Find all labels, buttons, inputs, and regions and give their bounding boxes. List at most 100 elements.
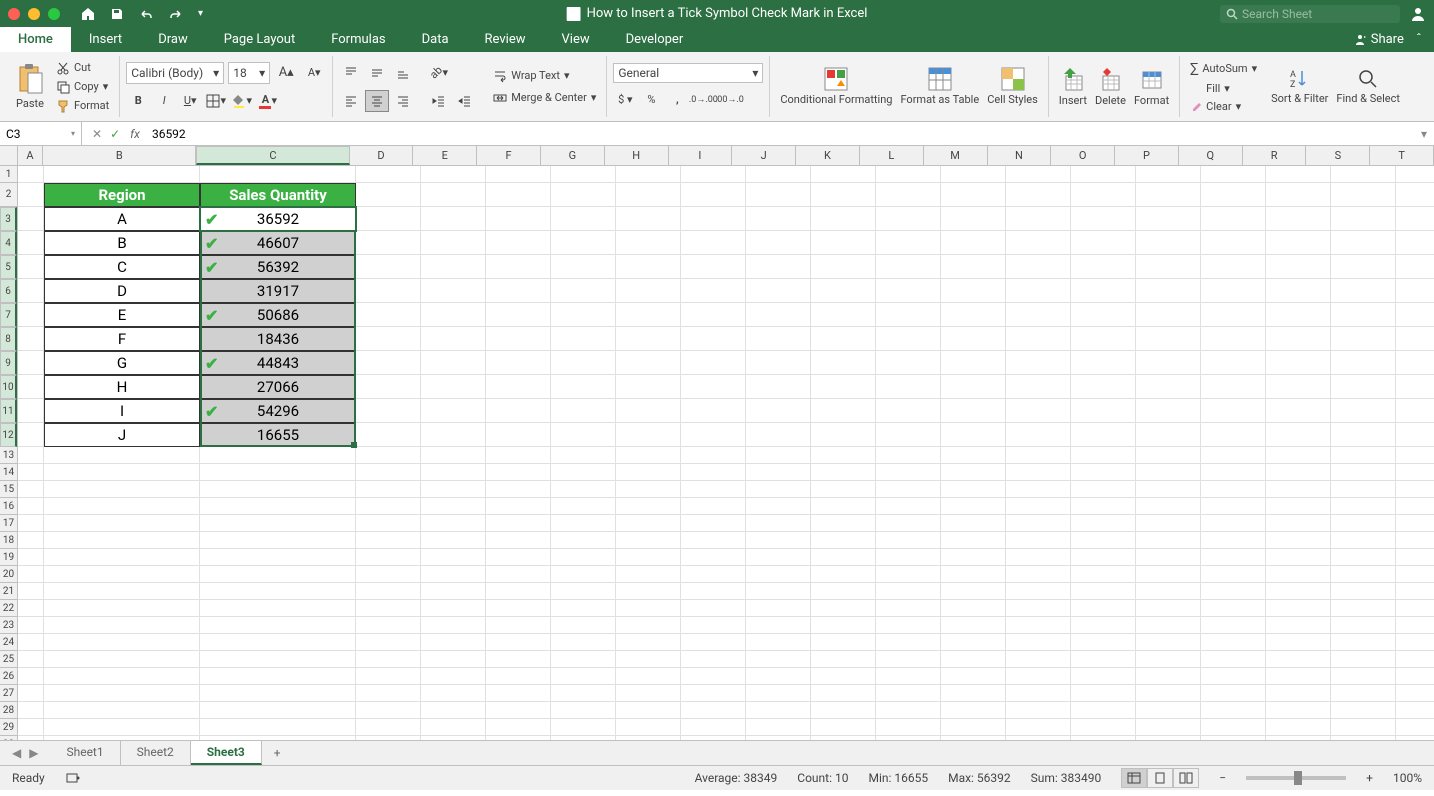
cell-P24[interactable] xyxy=(1136,634,1201,651)
cell-F9[interactable] xyxy=(486,351,551,375)
cell-G5[interactable] xyxy=(551,255,616,279)
cell-I27[interactable] xyxy=(681,685,746,702)
cell-M29[interactable] xyxy=(941,719,1006,736)
cell-D20[interactable] xyxy=(356,566,421,583)
cell-I17[interactable] xyxy=(681,515,746,532)
cell-Q21[interactable] xyxy=(1201,583,1266,600)
cell-J8[interactable] xyxy=(746,327,811,351)
cell-A2[interactable] xyxy=(18,183,44,207)
cell-P17[interactable] xyxy=(1136,515,1201,532)
cell-D5[interactable] xyxy=(356,255,421,279)
row-header-13[interactable]: 13 xyxy=(0,447,17,464)
cell-D22[interactable] xyxy=(356,600,421,617)
cell-L16[interactable] xyxy=(876,498,941,515)
cell-S19[interactable] xyxy=(1331,549,1396,566)
cell-styles-button[interactable]: Cell Styles xyxy=(983,56,1042,117)
format-painter-button[interactable]: Format xyxy=(52,98,113,114)
cell-D17[interactable] xyxy=(356,515,421,532)
cell-O7[interactable] xyxy=(1071,303,1136,327)
cell-J21[interactable] xyxy=(746,583,811,600)
cell-O18[interactable] xyxy=(1071,532,1136,549)
row-header-25[interactable]: 25 xyxy=(0,651,17,668)
cell-H4[interactable] xyxy=(616,231,681,255)
cell-B18[interactable] xyxy=(44,532,200,549)
cell-B14[interactable] xyxy=(44,464,200,481)
cell-F5[interactable] xyxy=(486,255,551,279)
orientation-button[interactable]: ab▾ xyxy=(427,62,451,84)
cell-J5[interactable] xyxy=(746,255,811,279)
cell-B6[interactable]: D xyxy=(44,279,200,303)
cell-B28[interactable] xyxy=(44,702,200,719)
row-header-12[interactable]: 12 xyxy=(0,423,17,447)
cell-N10[interactable] xyxy=(1006,375,1071,399)
cell-S23[interactable] xyxy=(1331,617,1396,634)
cell-O1[interactable] xyxy=(1071,166,1136,183)
cell-A27[interactable] xyxy=(18,685,44,702)
cell-B19[interactable] xyxy=(44,549,200,566)
cell-R4[interactable] xyxy=(1266,231,1331,255)
cell-K11[interactable] xyxy=(811,399,876,423)
cell-Q23[interactable] xyxy=(1201,617,1266,634)
cell-F12[interactable] xyxy=(486,423,551,447)
cell-M8[interactable] xyxy=(941,327,1006,351)
cell-J11[interactable] xyxy=(746,399,811,423)
cell-F18[interactable] xyxy=(486,532,551,549)
cell-K7[interactable] xyxy=(811,303,876,327)
cell-K13[interactable] xyxy=(811,447,876,464)
cell-D10[interactable] xyxy=(356,375,421,399)
cell-B5[interactable]: C xyxy=(44,255,200,279)
cell-P3[interactable] xyxy=(1136,207,1201,231)
cell-L3[interactable] xyxy=(876,207,941,231)
cell-S13[interactable] xyxy=(1331,447,1396,464)
cell-P9[interactable] xyxy=(1136,351,1201,375)
cell-S21[interactable] xyxy=(1331,583,1396,600)
cell-H13[interactable] xyxy=(616,447,681,464)
cell-H8[interactable] xyxy=(616,327,681,351)
cell-K21[interactable] xyxy=(811,583,876,600)
cell-F20[interactable] xyxy=(486,566,551,583)
cell-Q18[interactable] xyxy=(1201,532,1266,549)
cell-H16[interactable] xyxy=(616,498,681,515)
cell-E17[interactable] xyxy=(421,515,486,532)
cell-J24[interactable] xyxy=(746,634,811,651)
cell-P29[interactable] xyxy=(1136,719,1201,736)
cell-S17[interactable] xyxy=(1331,515,1396,532)
cell-M26[interactable] xyxy=(941,668,1006,685)
cell-A28[interactable] xyxy=(18,702,44,719)
cell-S7[interactable] xyxy=(1331,303,1396,327)
cell-P4[interactable] xyxy=(1136,231,1201,255)
cell-O15[interactable] xyxy=(1071,481,1136,498)
cell-P10[interactable] xyxy=(1136,375,1201,399)
cell-C15[interactable] xyxy=(200,481,356,498)
column-header-B[interactable]: B xyxy=(43,146,196,165)
cell-R7[interactable] xyxy=(1266,303,1331,327)
row-header-7[interactable]: 7 xyxy=(0,303,17,327)
cell-S9[interactable] xyxy=(1331,351,1396,375)
cell-H30[interactable] xyxy=(616,736,681,740)
column-header-F[interactable]: F xyxy=(477,146,541,165)
cell-M10[interactable] xyxy=(941,375,1006,399)
cell-S18[interactable] xyxy=(1331,532,1396,549)
cell-F21[interactable] xyxy=(486,583,551,600)
page-break-view-button[interactable] xyxy=(1173,768,1199,788)
cell-N15[interactable] xyxy=(1006,481,1071,498)
cell-R13[interactable] xyxy=(1266,447,1331,464)
cell-E22[interactable] xyxy=(421,600,486,617)
cell-P27[interactable] xyxy=(1136,685,1201,702)
wrap-text-button[interactable]: Wrap Text ▾ xyxy=(489,68,600,84)
cell-Q5[interactable] xyxy=(1201,255,1266,279)
cell-D25[interactable] xyxy=(356,651,421,668)
cell-M20[interactable] xyxy=(941,566,1006,583)
cell-M3[interactable] xyxy=(941,207,1006,231)
cell-M23[interactable] xyxy=(941,617,1006,634)
cell-Q13[interactable] xyxy=(1201,447,1266,464)
cell-F7[interactable] xyxy=(486,303,551,327)
cell-O25[interactable] xyxy=(1071,651,1136,668)
bold-button[interactable]: B xyxy=(126,90,150,112)
cell-G17[interactable] xyxy=(551,515,616,532)
row-header-21[interactable]: 21 xyxy=(0,583,17,600)
cell-B15[interactable] xyxy=(44,481,200,498)
save-icon[interactable] xyxy=(110,7,124,21)
cell-G22[interactable] xyxy=(551,600,616,617)
cell-P18[interactable] xyxy=(1136,532,1201,549)
